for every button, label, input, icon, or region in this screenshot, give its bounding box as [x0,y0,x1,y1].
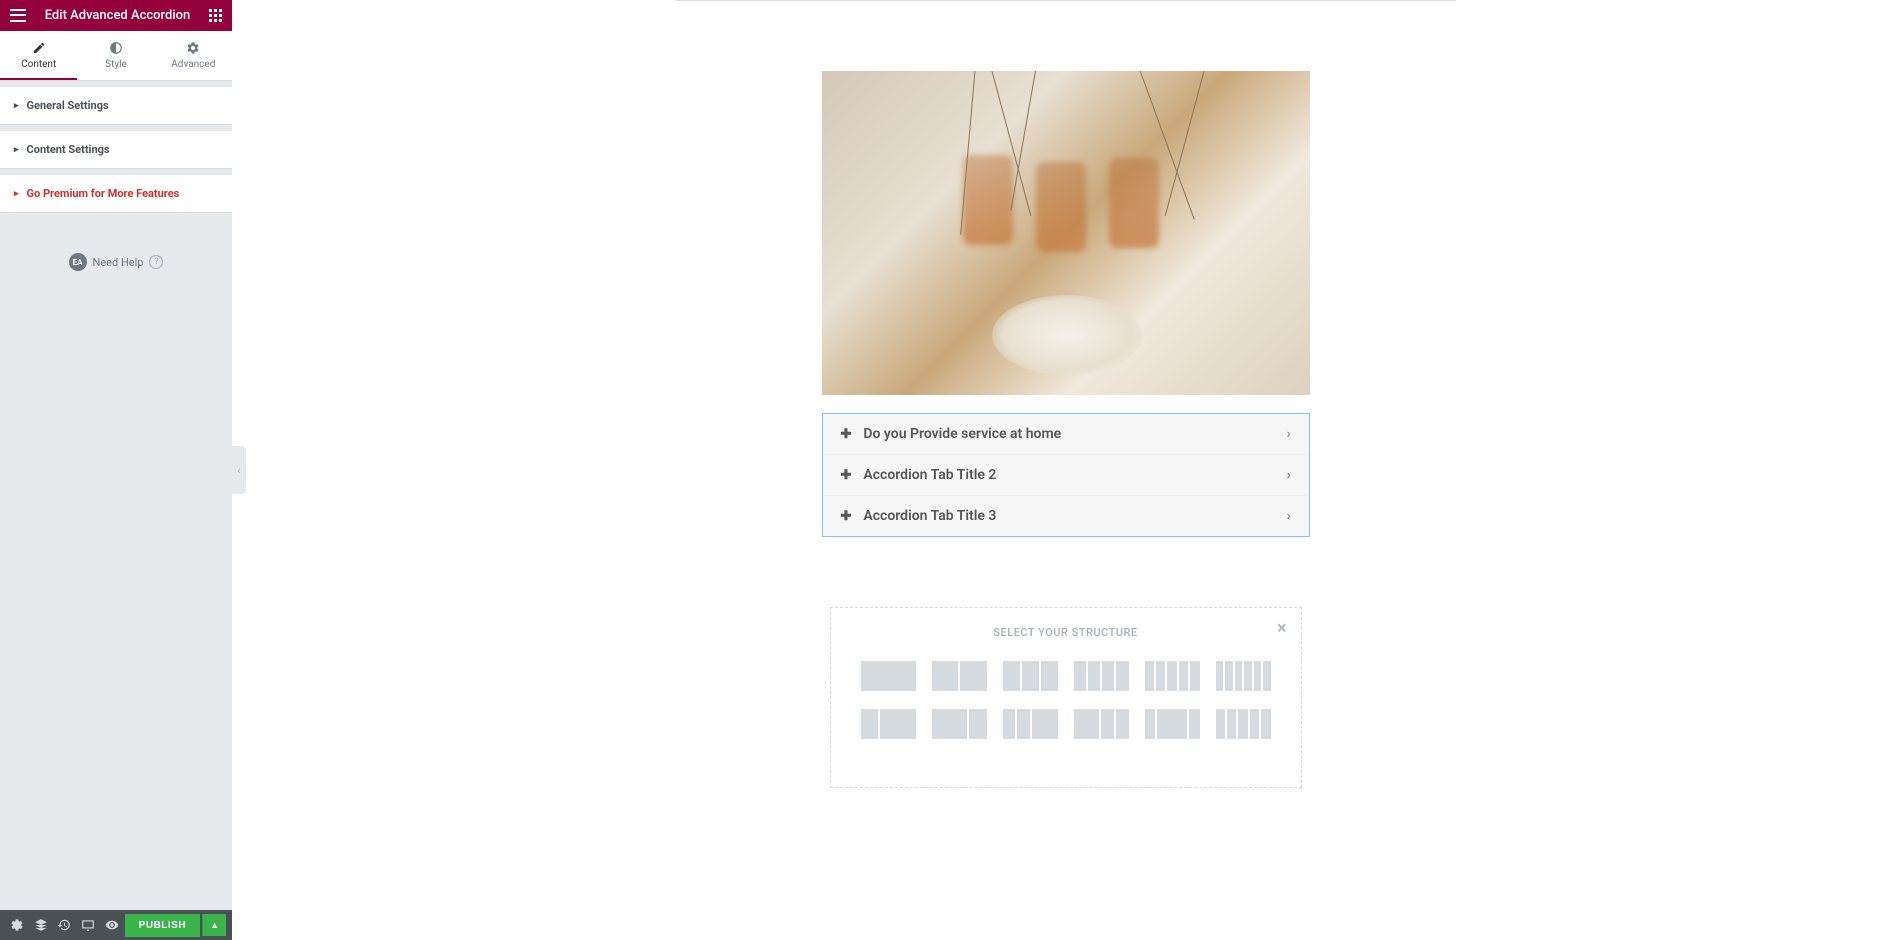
section-general-settings[interactable]: ▸ General Settings [0,87,232,125]
plus-icon: ✚ [841,509,852,524]
accordion-item[interactable]: ✚ Do you Provide service at home › [823,414,1309,455]
plus-icon: ✚ [841,468,852,483]
tab-advanced-label: Advanced [171,59,215,70]
advanced-accordion-widget[interactable]: ✚ Do you Provide service at home › ✚ Acc… [822,413,1310,537]
canvas: ✚ Do you Provide service at home › ✚ Acc… [232,0,1899,940]
accordion-title: Accordion Tab Title 3 [863,508,996,524]
gear-icon [186,41,200,55]
sidebar-panel: Edit Advanced Accordion Content Style Ad… [0,0,232,940]
publish-button[interactable]: PUBLISH [125,914,200,937]
section-content-label: Content Settings [27,143,110,156]
structure-option-left-two-small[interactable] [1003,709,1058,739]
plus-icon: ✚ [841,427,852,442]
section-content-settings[interactable]: ▸ Content Settings [0,131,232,169]
sidebar-header: Edit Advanced Accordion [0,0,232,31]
structure-option-4col[interactable] [1074,661,1129,691]
structure-option-center-wide[interactable] [1145,709,1200,739]
need-help[interactable]: EA Need Help ? [0,253,232,271]
caret-right-icon: ▸ [14,189,19,199]
caret-right-icon: ▸ [14,145,19,155]
structure-row [861,709,1271,739]
content-wrapper: ✚ Do you Provide service at home › ✚ Acc… [546,0,1586,788]
settings-icon[interactable] [6,913,28,937]
ea-badge-icon: EA [69,253,87,271]
tab-content[interactable]: Content [0,31,77,80]
structure-option-3col[interactable] [1003,661,1058,691]
structure-option-right-small[interactable] [932,709,987,739]
panel-tabs: Content Style Advanced [0,31,232,81]
structure-option-2col[interactable] [932,661,987,691]
sidebar-footer: PUBLISH ▲ [0,910,232,940]
need-help-label: Need Help [93,256,144,269]
structure-title: SELECT YOUR STRUCTURE [861,626,1271,639]
tab-advanced[interactable]: Advanced [155,31,232,80]
accordion-item[interactable]: ✚ Accordion Tab Title 3 › [823,496,1309,536]
pencil-icon [32,41,46,55]
structure-option-right-two-small[interactable] [1074,709,1129,739]
chevron-right-icon: › [1287,427,1291,442]
hamburger-menu-icon[interactable] [10,8,26,24]
apps-grid-icon[interactable] [209,9,222,22]
structure-option-5col-b[interactable] [1216,709,1271,739]
contrast-icon [109,41,123,55]
close-icon[interactable]: × [1277,618,1287,639]
chevron-left-icon: ‹ [237,464,240,477]
structure-row [861,661,1271,691]
structure-selector: × SELECT YOUR STRUCTURE [830,607,1302,788]
tab-style[interactable]: Style [77,31,154,80]
section-go-premium[interactable]: ▸ Go Premium for More Features [0,175,232,213]
hero-image[interactable] [822,71,1310,395]
tab-content-label: Content [21,59,56,70]
structure-option-6col[interactable] [1216,661,1271,691]
section-premium-label: Go Premium for More Features [27,187,180,200]
collapse-handle[interactable]: ‹ [232,446,246,494]
chevron-right-icon: › [1287,468,1291,483]
section-general-label: General Settings [27,99,109,112]
publish-options-button[interactable]: ▲ [202,914,226,936]
structure-option-1col[interactable] [861,661,916,691]
accordion-title: Accordion Tab Title 2 [863,467,996,483]
navigator-icon[interactable] [30,913,52,937]
history-icon[interactable] [53,913,75,937]
chevron-right-icon: › [1287,509,1291,524]
tab-style-label: Style [105,59,127,70]
accordion-item[interactable]: ✚ Accordion Tab Title 2 › [823,455,1309,496]
panel-title: Edit Advanced Accordion [45,8,191,23]
responsive-icon[interactable] [77,913,99,937]
accordion-title: Do you Provide service at home [863,426,1061,442]
question-icon: ? [149,255,163,269]
caret-right-icon: ▸ [14,101,19,111]
divider [676,0,1456,1]
structure-option-5col[interactable] [1145,661,1200,691]
structure-option-left-small[interactable] [861,709,916,739]
preview-icon[interactable] [101,913,123,937]
